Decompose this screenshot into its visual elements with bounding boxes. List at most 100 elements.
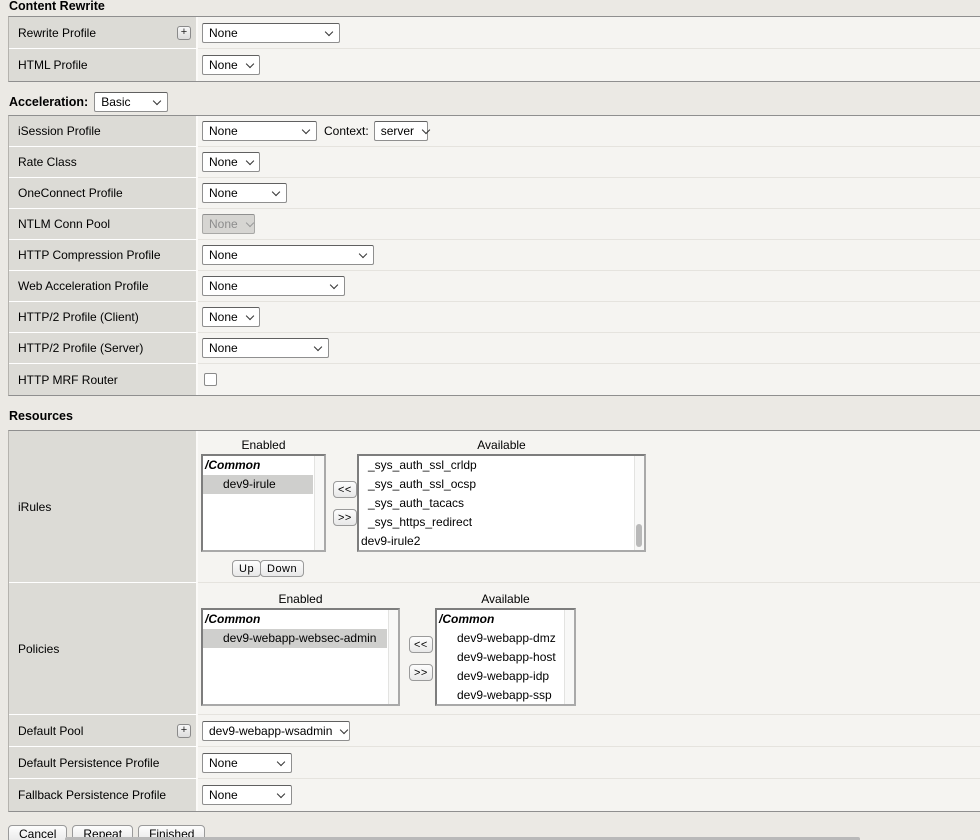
chevron-down-icon [314,344,322,352]
http2-server-label: HTTP/2 Profile (Server) [18,341,143,355]
irules-available-item[interactable]: _sys_auth_ssl_ocsp [359,475,633,494]
policies-move-right-button[interactable]: >> [409,664,433,681]
http-compression-value-cell: None [198,240,980,271]
irules-row: iRules Enabled Available /Common dev9-ir… [9,431,980,583]
policies-enabled-item[interactable]: dev9-webapp-websec-admin [203,629,387,648]
default-pool-add-button[interactable]: + [177,724,191,738]
default-persistence-select-value: None [209,756,238,770]
scrollbar-track[interactable] [564,610,574,704]
oneconnect-select[interactable]: None [202,183,287,203]
acceleration-select[interactable]: Basic [94,92,168,112]
http-compression-row: HTTP Compression Profile None [9,240,980,271]
default-persistence-label-cell: Default Persistence Profile [9,747,198,779]
scrollbar-track[interactable] [314,456,324,550]
http-mrf-checkbox[interactable] [204,373,217,386]
irules-available-item[interactable]: _sys_auth_ssl_crldp [359,456,633,475]
rate-class-select[interactable]: None [202,152,260,172]
http2-server-select[interactable]: None [202,338,329,358]
web-acceleration-select-value: None [209,279,238,293]
oneconnect-row: OneConnect Profile None [9,178,980,209]
ntlm-label-cell: NTLM Conn Pool [9,209,198,240]
fallback-persistence-label: Fallback Persistence Profile [18,788,166,802]
rewrite-profile-select-value: None [209,26,238,40]
irules-move-right-button[interactable]: >> [333,509,357,526]
http2-server-label-cell: HTTP/2 Profile (Server) [9,333,198,364]
scrollbar-track[interactable] [634,456,644,550]
rewrite-profile-add-button[interactable]: + [177,26,191,40]
irules-enabled-listbox[interactable]: /Common dev9-irule [201,454,326,552]
chevron-down-icon [325,29,333,37]
http-mrf-value-cell [198,364,980,395]
web-acceleration-label: Web Acceleration Profile [18,279,149,293]
http2-client-label-cell: HTTP/2 Profile (Client) [9,302,198,333]
policies-available-header: Available [435,592,576,606]
default-pool-select-value: dev9-webapp-wsadmin [209,724,332,738]
default-pool-value-cell: dev9-webapp-wsadmin [198,715,980,747]
http2-server-row: HTTP/2 Profile (Server) None [9,333,980,364]
rewrite-profile-label-cell: Rewrite Profile + [9,17,198,49]
irules-available-item[interactable]: dev9-irule2 [359,532,633,551]
irules-move-left-button[interactable]: << [333,481,357,498]
chevron-down-icon [246,61,254,69]
http2-server-value-cell: None [198,333,980,364]
page: Content Rewrite Rewrite Profile + None H… [0,0,980,840]
irules-value-cell: Enabled Available /Common dev9-irule << … [198,431,980,583]
policies-value-cell: Enabled Available /Common dev9-webapp-we… [198,583,980,715]
isession-label-cell: iSession Profile [9,116,198,147]
acceleration-select-value: Basic [101,95,130,109]
http-compression-select[interactable]: None [202,245,374,265]
cancel-button[interactable]: Cancel [8,825,67,840]
isession-select-value: None [209,124,238,138]
content-rewrite-table: Rewrite Profile + None HTML Profile None [8,16,980,82]
section-title-resources: Resources [9,410,980,423]
isession-select[interactable]: None [202,121,317,141]
policies-row: Policies Enabled Available /Common dev9-… [9,583,980,715]
isession-label: iSession Profile [18,124,101,138]
policies-available-item[interactable]: dev9-webapp-idp [437,667,563,686]
policies-enabled-listbox[interactable]: /Common dev9-webapp-websec-admin [201,608,400,706]
section-title-content-rewrite: Content Rewrite [9,0,980,13]
irules-available-listbox[interactable]: _sys_auth_ssl_crldp _sys_auth_ssl_ocsp _… [357,454,646,552]
irules-down-button[interactable]: Down [260,560,304,577]
scrollbar-track[interactable] [388,610,398,704]
fallback-persistence-select[interactable]: None [202,785,292,805]
policies-available-listbox[interactable]: /Common dev9-webapp-dmz dev9-webapp-host… [435,608,576,706]
web-acceleration-select[interactable]: None [202,276,345,296]
ntlm-row: NTLM Conn Pool None [9,209,980,240]
http2-client-select[interactable]: None [202,307,260,327]
fallback-persistence-label-cell: Fallback Persistence Profile [9,779,198,811]
irules-up-button[interactable]: Up [232,560,261,577]
http-compression-label: HTTP Compression Profile [18,248,161,262]
irules-enabled-header: Enabled [201,438,326,452]
irules-available-item[interactable]: _sys_https_redirect [359,513,633,532]
isession-context-select[interactable]: server [374,121,428,141]
chevron-down-icon [359,251,367,259]
default-persistence-select[interactable]: None [202,753,292,773]
irules-available-item[interactable]: _sys_auth_tacacs [359,494,633,513]
html-profile-select[interactable]: None [202,55,260,75]
policies-available-item[interactable]: dev9-webapp-host [437,648,563,667]
html-profile-row: HTML Profile None [9,49,980,81]
http-mrf-label: HTTP MRF Router [18,373,118,387]
http-mrf-row: HTTP MRF Router [9,364,980,395]
policies-available-item[interactable]: dev9-webapp-dmz [437,629,563,648]
chevron-down-icon [302,127,310,135]
irules-available-header: Available [357,438,646,452]
acceleration-table: iSession Profile None Context: server Ra… [8,115,980,396]
policies-enabled-header: Enabled [201,592,400,606]
isession-value-cell: None Context: server [198,116,980,147]
policies-available-item[interactable]: dev9-webapp-ssp [437,686,563,705]
scrollbar-thumb[interactable] [636,524,642,547]
http2-server-select-value: None [209,341,238,355]
irules-enabled-item[interactable]: dev9-irule [203,475,313,494]
default-pool-select[interactable]: dev9-webapp-wsadmin [202,721,350,741]
http-compression-label-cell: HTTP Compression Profile [9,240,198,271]
policies-move-left-button[interactable]: << [409,636,433,653]
web-acceleration-row: Web Acceleration Profile None [9,271,980,302]
rate-class-select-value: None [209,155,238,169]
policies-label: Policies [18,642,59,656]
rewrite-profile-select[interactable]: None [202,23,340,43]
http2-client-value-cell: None [198,302,980,333]
rewrite-profile-value-cell: None [198,17,980,49]
fallback-persistence-select-value: None [209,788,238,802]
